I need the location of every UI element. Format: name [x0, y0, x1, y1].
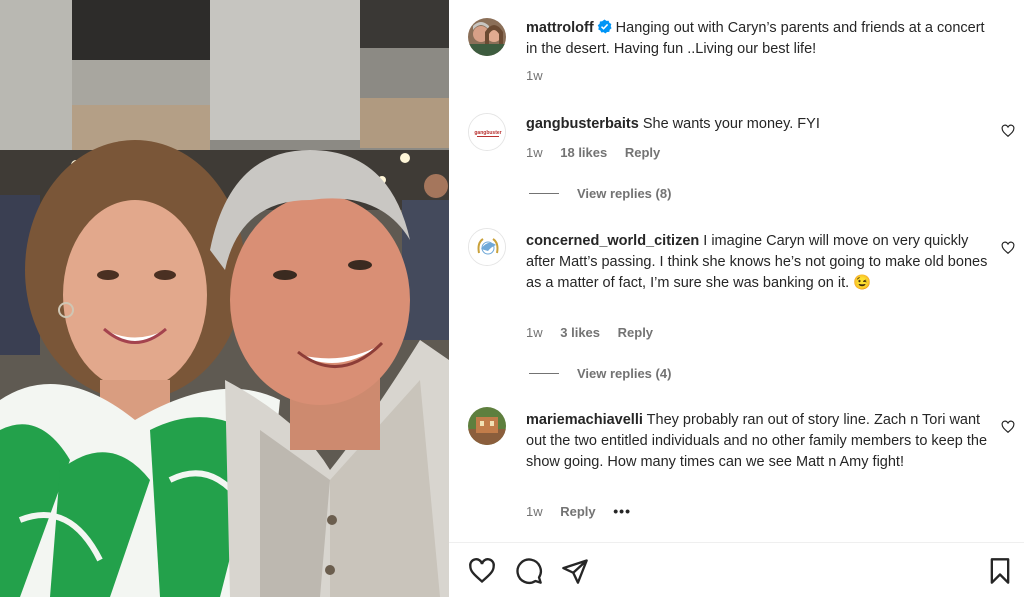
reply-button[interactable]: Reply	[618, 325, 653, 340]
replies-line	[529, 373, 559, 374]
instagram-post-view: mattroloff Hanging out with Caryn’s paren…	[0, 0, 1024, 597]
comment-body: gangbusterbaits She wants your money. FY…	[526, 114, 996, 135]
replies-line	[529, 193, 559, 194]
heart-icon[interactable]	[1001, 420, 1015, 434]
comment-likes[interactable]: 3 likes	[560, 325, 600, 340]
author-avatar[interactable]	[468, 18, 506, 56]
view-replies-button[interactable]: View replies (4)	[529, 366, 671, 381]
comment-body: concerned_world_citizen I imagine Caryn …	[526, 231, 996, 294]
more-options-button[interactable]: •••	[613, 503, 631, 519]
comment-meta: 1w 18 likes Reply	[526, 145, 674, 160]
comment-meta: 1w 3 likes Reply	[526, 325, 667, 340]
view-replies-label: View replies (4)	[577, 366, 672, 381]
selfie-image	[0, 0, 449, 597]
comment-time[interactable]: 1w	[526, 325, 543, 340]
comment-username[interactable]: mariemachiavelli	[526, 412, 643, 428]
comment-username[interactable]: gangbusterbaits	[526, 116, 639, 132]
author-username[interactable]: mattroloff	[526, 20, 594, 36]
view-replies-label: View replies (8)	[577, 186, 672, 201]
comment-avatar[interactable]	[468, 407, 506, 445]
comment-bubble-icon[interactable]	[515, 557, 543, 585]
comment-time[interactable]: 1w	[526, 504, 543, 519]
comment-likes[interactable]: 18 likes	[560, 145, 607, 160]
reply-button[interactable]: Reply	[560, 504, 595, 519]
caption-time[interactable]: 1w	[526, 68, 543, 83]
comment-meta: 1w Reply •••	[526, 503, 645, 519]
bookmark-icon[interactable]	[986, 557, 1014, 585]
post-caption: mattroloff Hanging out with Caryn’s paren…	[526, 18, 996, 60]
comment-body: mariemachiavelli They probably ran out o…	[526, 410, 996, 473]
comments-panel: mattroloff Hanging out with Caryn’s paren…	[449, 0, 1024, 597]
heart-icon[interactable]	[1001, 241, 1015, 255]
post-photo[interactable]	[0, 0, 449, 597]
heart-icon[interactable]	[468, 557, 496, 585]
svg-text:gangbuster: gangbuster	[474, 130, 501, 136]
caption-meta: 1w	[526, 68, 557, 83]
action-bar-divider	[449, 542, 1024, 543]
comment-avatar[interactable]	[468, 228, 506, 266]
paper-plane-icon[interactable]	[561, 557, 589, 585]
comment-text: She wants your money. FYI	[642, 116, 820, 132]
view-replies-button[interactable]: View replies (8)	[529, 186, 671, 201]
caption-text: Hanging out with Caryn’s parents and fri…	[526, 20, 985, 57]
heart-icon[interactable]	[1001, 124, 1015, 138]
comment-time[interactable]: 1w	[526, 145, 543, 160]
comment-username[interactable]: concerned_world_citizen	[526, 233, 699, 249]
verified-badge-icon	[597, 19, 612, 34]
comment-avatar[interactable]: gangbuster	[468, 113, 506, 151]
reply-button[interactable]: Reply	[625, 145, 660, 160]
